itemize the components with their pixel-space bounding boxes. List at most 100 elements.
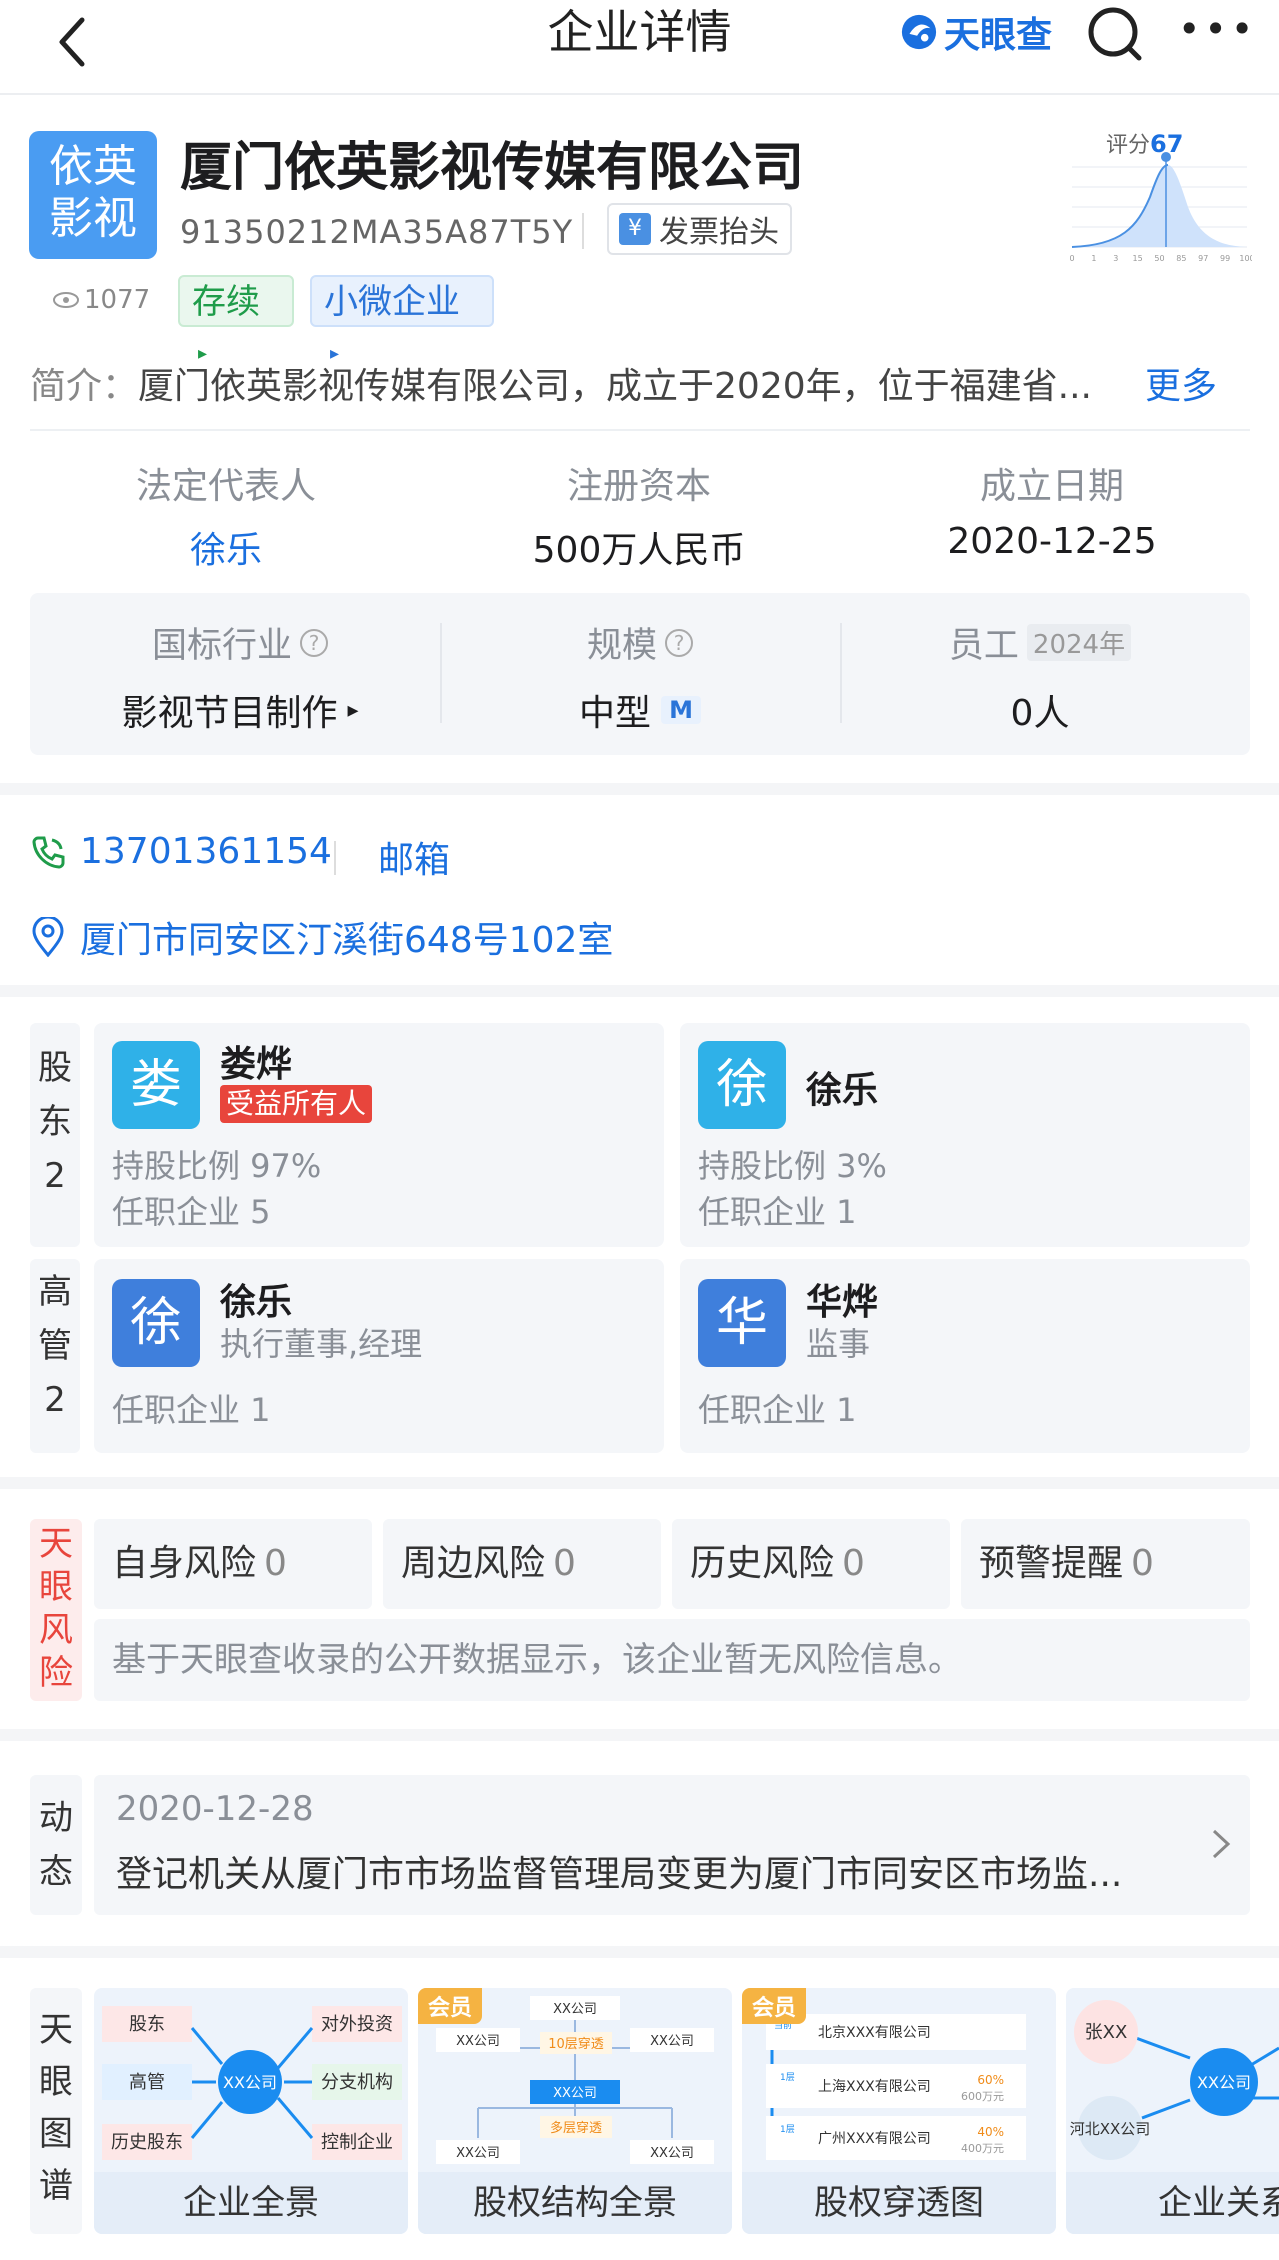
diagram-node-label: 多层穿透 — [550, 2120, 602, 2136]
address-link[interactable]: 厦门市同安区汀溪街648号102室 — [30, 911, 613, 963]
intro-label: 简介： — [30, 366, 139, 407]
top-bar: 企业详情 天眼查 ••• — [0, 0, 1279, 95]
scale: 规模? 中型 M — [440, 617, 840, 736]
job-count: 任职企业 1 — [698, 1391, 857, 1429]
risk-warning[interactable]: 预警提醒 0 — [961, 1519, 1250, 1609]
diagram-node-label: XX公司 — [456, 2146, 500, 2161]
company-overview: 依英 影视 厦门依英影视传媒有限公司 91350212MA35A87T5Y ¥ … — [0, 95, 1279, 783]
legal-rep-label: 法定代表人 — [135, 466, 316, 507]
email-link[interactable]: 邮箱 — [378, 831, 450, 883]
dynamics-date: 2020-12-28 — [116, 1789, 314, 1829]
avatar: 徐 — [112, 1279, 200, 1367]
risk-label[interactable]: 天眼风险 — [30, 1519, 82, 1701]
search-icon[interactable] — [1085, 6, 1145, 62]
graph-card-equity-penetration[interactable]: 会员 当前 1层 1层 北京XXX有限公司 上海XXX有限公司 广州XXX有限公… — [742, 1988, 1056, 2234]
tianyancha-logo-icon — [901, 14, 937, 50]
relationship-diagram: 张XX XX公司 河北XX公司 — [1070, 2000, 1279, 2160]
credit-code[interactable]: 91350212MA35A87T5Y — [180, 213, 573, 251]
risk-item-label: 自身风险 — [112, 1543, 257, 1584]
founded-value: 2020-12-25 — [947, 521, 1157, 562]
employees-year: 2024年 — [1026, 624, 1132, 661]
diagram-node-label: XX公司 — [456, 2034, 500, 2049]
dynamics-text: 登记机关从厦门市市场监督管理局变更为厦门市同安区市场监... — [116, 1854, 1123, 1895]
graph-label[interactable]: 天眼图谱 — [30, 1988, 82, 2234]
company-logo-text-1: 依英 — [49, 141, 137, 192]
avatar: 娄 — [112, 1041, 200, 1129]
executive-card[interactable]: 华 华烨 监事 任职企业 1 — [680, 1259, 1250, 1453]
status-tag-label: 存续 — [192, 282, 260, 322]
diagram-node-label: XX公司 — [553, 2002, 597, 2017]
industry[interactable]: 国标行业? 影视节目制作 ▸ — [40, 617, 440, 736]
diagram-node-label: 历史股东 — [111, 2132, 183, 2153]
score-axis-tick: 99 — [1220, 254, 1230, 263]
phone-link[interactable]: 13701361154 — [30, 831, 332, 872]
help-icon[interactable]: ? — [300, 628, 328, 657]
legal-rep-link[interactable]: 徐乐 — [36, 521, 416, 573]
invoice-icon: ¥ — [619, 213, 651, 245]
divider — [334, 841, 336, 875]
label-char: 2 — [44, 1380, 66, 1420]
vip-badge: 会员 — [742, 1988, 807, 2024]
diagram-node-label: XX公司 — [223, 2073, 277, 2092]
graph-card-equity-structure[interactable]: 会员 XX公司 XX公司 10层穿透 XX公司 XX公司 XX公司 多层穿透 X… — [418, 1988, 732, 2234]
help-icon[interactable]: ? — [665, 628, 693, 657]
graph-card-relationship[interactable]: 张XX XX公司 河北XX公司 企业关系 — [1066, 1988, 1279, 2234]
risk-section: 天眼风险 自身风险 0 周边风险 0 历史风险 0 预警提醒 0 基于天眼查收录的公开数… — [0, 1489, 1279, 1729]
label-char: 动 — [39, 1798, 73, 1838]
shareholders-label[interactable]: 股东 2 — [30, 1023, 80, 1247]
executive-name: 华烨 — [806, 1282, 879, 1323]
dynamics-item[interactable]: 2020-12-28 登记机关从厦门市市场监督管理局变更为厦门市同安区市场监..… — [94, 1775, 1250, 1915]
executive-card[interactable]: 徐 徐乐 执行董事,经理 任职企业 1 — [94, 1259, 664, 1453]
contact-card: 13701361154 邮箱 厦门市同安区汀溪街648号102室 — [0, 795, 1279, 985]
shareholder-card[interactable]: 娄 娄烨 受益所有人 持股比例 97% 任职企业 5 — [94, 1023, 664, 1247]
chevron-right-icon — [1212, 1829, 1231, 1859]
address-text: 厦门市同安区汀溪街648号102室 — [80, 920, 614, 961]
size-tag[interactable]: 小微企业▸ — [310, 275, 494, 364]
invoice-button[interactable]: ¥ 发票抬头 — [607, 203, 792, 255]
intro-more-link[interactable]: 更多 — [1145, 357, 1217, 409]
dynamics-section: 动态 2020-12-28 登记机关从厦门市市场监督管理局变更为厦门市同安区市场… — [0, 1741, 1279, 1946]
score-axis-tick: 0 — [1069, 254, 1074, 263]
location-pin-icon — [32, 917, 64, 957]
label-char: 图 — [39, 2114, 73, 2154]
more-menu-icon[interactable]: ••• — [1178, 10, 1257, 48]
avatar: 徐 — [698, 1041, 786, 1129]
registered-capital: 注册资本 500万人民币 — [449, 457, 829, 573]
company-intro: 简介：厦门依英影视传媒有限公司，成立于2020年，位于福建省... — [30, 357, 1250, 409]
shareholder-card[interactable]: 徐 徐乐 持股比例 3% 任职企业 1 — [680, 1023, 1250, 1247]
label-char: 股 — [38, 1048, 72, 1088]
diagram-node-label: XX公司 — [553, 2086, 597, 2101]
diagram-node-label: 张XX — [1085, 2022, 1128, 2043]
dynamics-label[interactable]: 动态 — [30, 1775, 82, 1915]
label-char: 管 — [38, 1326, 72, 1366]
label-char: 谱 — [39, 2166, 73, 2206]
risk-note: 基于天眼查收录的公开数据显示，该企业暂无风险信息。 — [94, 1619, 1250, 1701]
score-distribution-chart: 0 1 3 15 50 85 97 99 100 — [1069, 152, 1252, 263]
divider — [30, 429, 1250, 431]
employees: 员工 2024年 0人 — [840, 617, 1240, 736]
company-name: 厦门依英影视传媒有限公司 — [180, 138, 805, 198]
phone-number: 13701361154 — [80, 831, 332, 872]
score-widget[interactable]: 评分67 0131550859799100 — [1062, 127, 1252, 267]
executives-label[interactable]: 高管 2 — [30, 1259, 80, 1453]
risk-self[interactable]: 自身风险 0 — [94, 1519, 372, 1609]
people-section: 股东 2 娄 娄烨 受益所有人 持股比例 97% 任职企业 5 徐 徐乐 持股比例… — [0, 997, 1279, 1477]
row-company-name: 广州XXX有限公司 — [818, 2131, 931, 2147]
row-amount: 400万元 — [961, 2142, 1004, 2155]
score-axis-tick: 3 — [1113, 254, 1118, 263]
graph-section: 天眼图谱 股东 高管 历史股东 XX公司 对外投资 分支机构 控制企业 企业全景… — [0, 1958, 1279, 2260]
founded-date: 成立日期 2020-12-25 — [862, 457, 1242, 562]
score-axis-tick: 15 — [1133, 254, 1143, 263]
diagram-node-label: 河北XX公司 — [1070, 2120, 1151, 2138]
status-tag[interactable]: 存续▸ — [178, 275, 294, 364]
graph-card-overview[interactable]: 股东 高管 历史股东 XX公司 对外投资 分支机构 控制企业 企业全景 — [94, 1988, 408, 2234]
risk-surrounding[interactable]: 周边风险 0 — [383, 1519, 661, 1609]
shareholder-name: 娄烨 — [220, 1044, 293, 1085]
industry-info-box: 国标行业? 影视节目制作 ▸ 规模? 中型 M 员工 2024年 0人 — [30, 593, 1250, 755]
risk-history[interactable]: 历史风险 0 — [672, 1519, 950, 1609]
score-axis-tick: 50 — [1154, 254, 1164, 263]
executive-name: 徐乐 — [220, 1282, 293, 1323]
job-count: 任职企业 1 — [112, 1391, 271, 1429]
divider — [582, 213, 584, 249]
vip-badge: 会员 — [418, 1988, 483, 2024]
